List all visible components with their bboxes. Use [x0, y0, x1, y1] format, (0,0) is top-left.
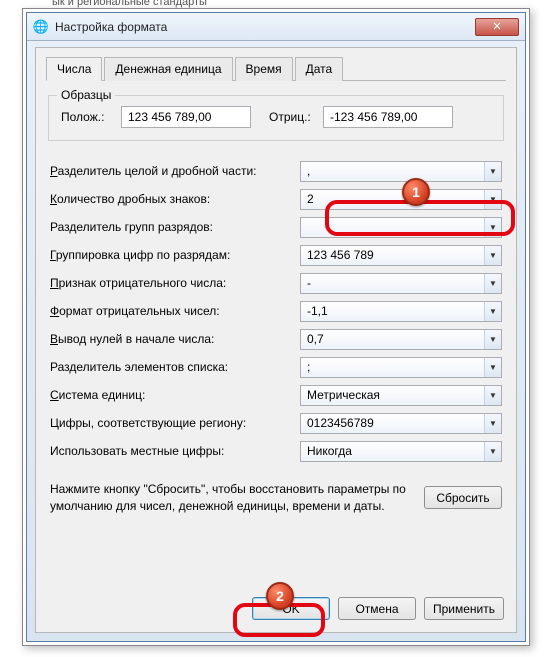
- window-title: Настройка формата: [55, 20, 475, 34]
- negative-sample-input: [323, 106, 453, 128]
- ok-button[interactable]: OK: [252, 597, 330, 620]
- chevron-down-icon: ▼: [484, 274, 501, 293]
- dialog-window: 🌐 Настройка формата ✕ Числа Денежная еди…: [26, 12, 526, 642]
- combo-neg-format-value: -1,1: [307, 304, 328, 318]
- combo-neg-format[interactable]: -1,1 ▼: [300, 301, 502, 322]
- row-leading-zero: Вывод нулей в начале числа: 0,7 ▼: [50, 325, 502, 353]
- label-decimal-digits: Количество дробных знаков:: [50, 192, 300, 206]
- combo-list-sep[interactable]: ;▼: [300, 357, 502, 378]
- label-list-sep: Разделитель элементов списка:: [50, 360, 300, 374]
- combo-decimal-digits[interactable]: 2▼: [300, 189, 502, 210]
- globe-icon: 🌐: [33, 19, 49, 35]
- chevron-down-icon: ▼: [484, 330, 501, 349]
- reset-button[interactable]: Сбросить: [424, 486, 502, 509]
- chevron-down-icon: ▼: [484, 414, 501, 433]
- samples-legend: Образцы: [57, 88, 115, 102]
- label-group-sep: Разделитель групп разрядов:: [50, 220, 300, 234]
- tab-content-numbers: Образцы Полож.: Отриц.: Разделитель цело…: [46, 81, 506, 515]
- label-digit-sub: Использовать местные цифры:: [50, 444, 300, 458]
- chevron-down-icon: ▼: [484, 218, 501, 237]
- chevron-down-icon: ▼: [484, 386, 501, 405]
- positive-sample-input: [121, 106, 251, 128]
- close-button[interactable]: ✕: [475, 18, 519, 36]
- close-icon: ✕: [492, 20, 501, 33]
- reset-text: Нажмите кнопку "Сбросить", чтобы восстан…: [50, 481, 424, 515]
- label-neg-format: Формат отрицательных чисел:: [50, 304, 300, 318]
- positive-label: Полож.:: [61, 110, 113, 124]
- combo-decimal-sep-value: ,: [307, 164, 310, 178]
- label-decimal-sep: Разделитель целой и дробной части:: [50, 164, 300, 178]
- row-measure: Система единиц: Метрическая ▼: [50, 381, 502, 409]
- tab-date[interactable]: Дата: [295, 57, 344, 81]
- label-native-digits: Цифры, соответствующие региону:: [50, 416, 300, 430]
- settings-list: Разделитель целой и дробной части: ,▼ Ко…: [46, 157, 506, 465]
- negative-label: Отриц.:: [269, 110, 315, 124]
- titlebar: 🌐 Настройка формата ✕: [27, 13, 525, 41]
- label-grouping: Группировка цифр по разрядам:: [50, 248, 300, 262]
- row-neg-sign: Признак отрицательного числа: -▼: [50, 269, 502, 297]
- combo-decimal-digits-value: 2: [307, 192, 314, 206]
- combo-decimal-sep[interactable]: ,▼: [300, 161, 502, 182]
- label-leading-zero: Вывод нулей в начале числа:: [50, 332, 300, 346]
- combo-leading-zero-value: 0,7: [307, 332, 324, 346]
- combo-list-sep-value: ;: [307, 360, 310, 374]
- combo-native-digits[interactable]: 0123456789 ▼: [300, 413, 502, 434]
- row-decimal-digits: Количество дробных знаков: 2▼: [50, 185, 502, 213]
- cancel-button[interactable]: Отмена: [338, 597, 416, 620]
- samples-row: Полож.: Отриц.:: [61, 106, 491, 128]
- row-grouping: Группировка цифр по разрядам: 123 456 78…: [50, 241, 502, 269]
- row-native-digits: Цифры, соответствующие региону: 01234567…: [50, 409, 502, 437]
- combo-measure-value: Метрическая: [307, 388, 380, 402]
- chevron-down-icon: ▼: [484, 358, 501, 377]
- tab-numbers[interactable]: Числа: [46, 57, 102, 81]
- combo-neg-sign[interactable]: -▼: [300, 273, 502, 294]
- client-area: Числа Денежная единица Время Дата Образц…: [35, 47, 517, 633]
- tab-time[interactable]: Время: [235, 57, 293, 81]
- row-decimal-sep: Разделитель целой и дробной части: ,▼: [50, 157, 502, 185]
- row-neg-format: Формат отрицательных чисел: -1,1 ▼: [50, 297, 502, 325]
- combo-measure[interactable]: Метрическая ▼: [300, 385, 502, 406]
- label-neg-sign: Признак отрицательного числа:: [50, 276, 300, 290]
- samples-fieldset: Образцы Полож.: Отриц.:: [48, 95, 504, 141]
- chevron-down-icon: ▼: [484, 302, 501, 321]
- chevron-down-icon: ▼: [484, 162, 501, 181]
- combo-native-digits-value: 0123456789: [307, 416, 374, 430]
- chevron-down-icon: ▼: [484, 190, 501, 209]
- combo-group-sep[interactable]: ▼: [300, 217, 502, 238]
- combo-grouping-value: 123 456 789: [307, 248, 374, 262]
- reset-area: Нажмите кнопку "Сбросить", чтобы восстан…: [46, 481, 506, 515]
- apply-button[interactable]: Применить: [424, 597, 504, 620]
- combo-digit-sub[interactable]: Никогда ▼: [300, 441, 502, 462]
- dialog-button-bar: OK Отмена Применить: [252, 597, 504, 620]
- row-list-sep: Разделитель элементов списка: ;▼: [50, 353, 502, 381]
- row-digit-sub: Использовать местные цифры: Никогда ▼: [50, 437, 502, 465]
- combo-leading-zero[interactable]: 0,7 ▼: [300, 329, 502, 350]
- chevron-down-icon: ▼: [484, 442, 501, 461]
- tab-currency[interactable]: Денежная единица: [104, 57, 232, 81]
- row-group-sep: Разделитель групп разрядов: ▼: [50, 213, 502, 241]
- combo-digit-sub-value: Никогда: [307, 444, 352, 458]
- combo-neg-sign-value: -: [307, 276, 311, 290]
- combo-grouping[interactable]: 123 456 789 ▼: [300, 245, 502, 266]
- background-fragment: ык и региональные стандарты: [52, 0, 207, 8]
- chevron-down-icon: ▼: [484, 246, 501, 265]
- tabstrip: Числа Денежная единица Время Дата: [46, 56, 506, 81]
- label-measure: Система единиц:: [50, 388, 300, 402]
